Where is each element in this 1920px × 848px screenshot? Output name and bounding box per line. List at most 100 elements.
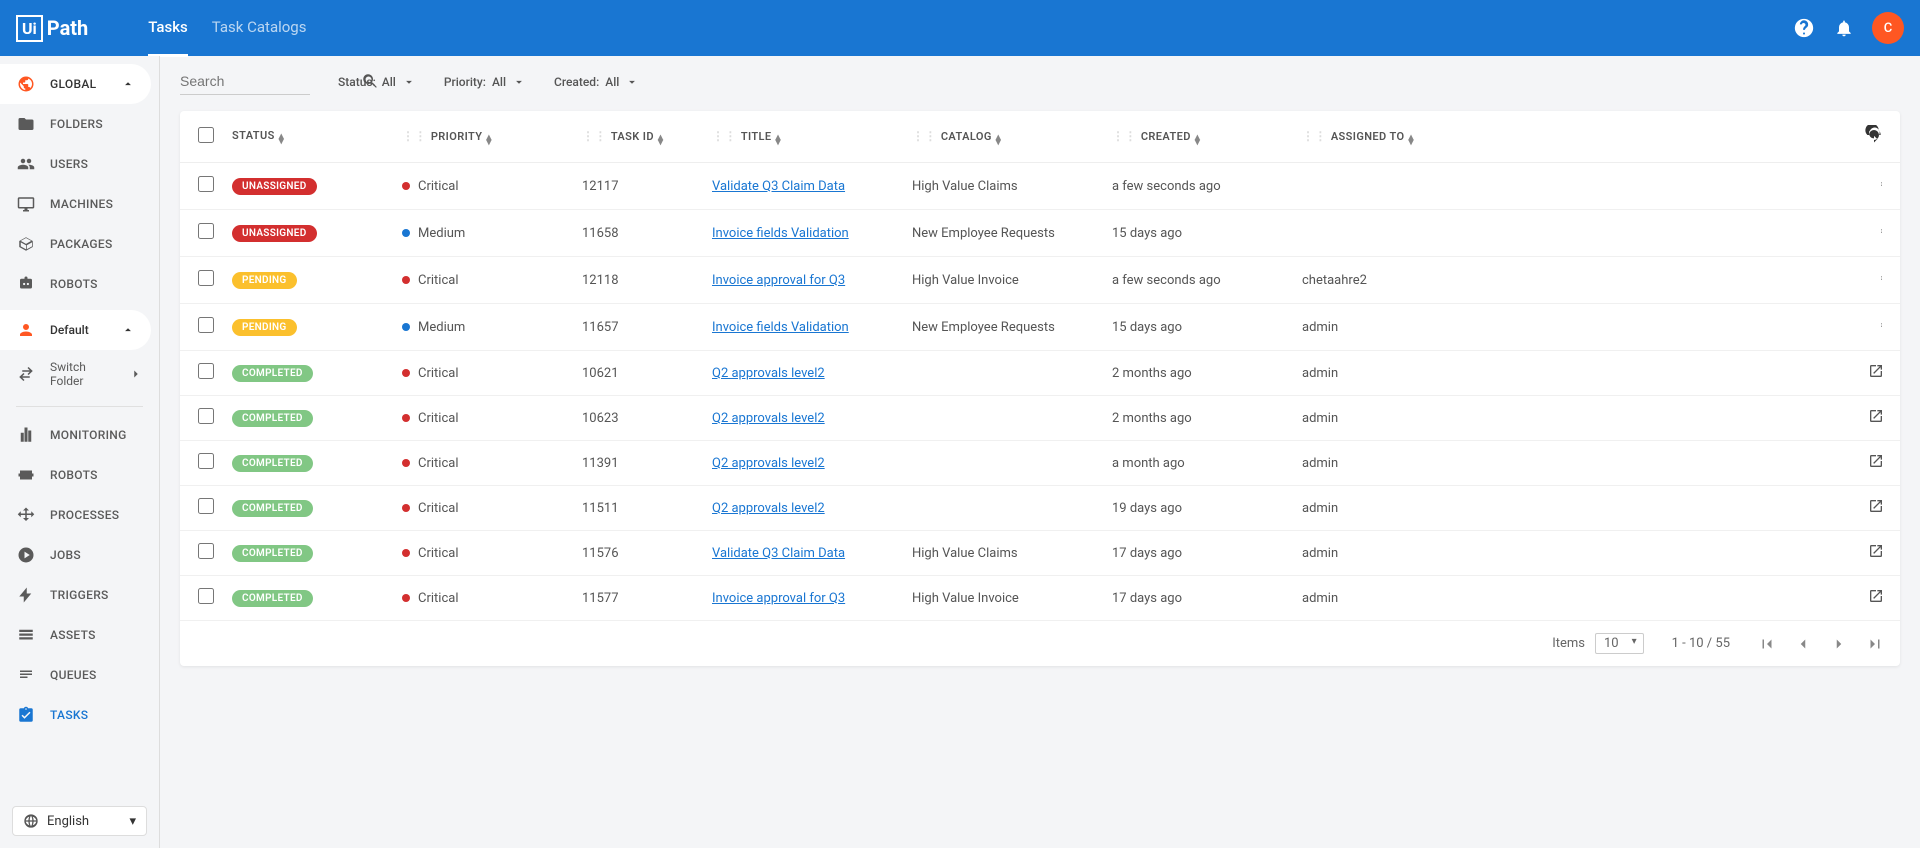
- sidebar-switch-folder[interactable]: Switch Folder: [0, 350, 159, 398]
- catalog-cell: [904, 396, 1104, 441]
- filter-created[interactable]: Created: All: [554, 75, 639, 89]
- drag-handle-icon[interactable]: ⋮⋮: [1112, 129, 1137, 143]
- pager-last-icon[interactable]: [1866, 635, 1884, 653]
- col-status[interactable]: STATUS▴▾: [232, 129, 284, 142]
- tab-task-catalogs[interactable]: Task Catalogs: [212, 0, 307, 57]
- sidebar-robots-top-label: ROBOTS: [50, 277, 98, 291]
- filter-status[interactable]: Status: All: [338, 75, 416, 89]
- created-cell: 17 days ago: [1104, 531, 1294, 576]
- sidebar-jobs[interactable]: JOBS: [0, 535, 159, 575]
- open-icon[interactable]: [1868, 543, 1884, 559]
- more-icon[interactable]: [1879, 316, 1884, 334]
- col-catalog[interactable]: CATALOG▴▾: [941, 130, 1001, 143]
- open-icon[interactable]: [1868, 408, 1884, 424]
- task-id-cell: 11657: [574, 304, 704, 351]
- drag-handle-icon[interactable]: ⋮⋮: [402, 129, 427, 143]
- task-title-link[interactable]: Q2 approvals level2: [712, 411, 825, 426]
- task-title-link[interactable]: Q2 approvals level2: [712, 366, 825, 381]
- sidebar-users[interactable]: USERS: [0, 144, 159, 184]
- task-title-link[interactable]: Validate Q3 Claim Data: [712, 179, 845, 194]
- task-title-link[interactable]: Invoice approval for Q3: [712, 591, 845, 606]
- sidebar-jobs-label: JOBS: [50, 548, 81, 562]
- search-input[interactable]: [180, 73, 361, 89]
- app-header: Ui Path Tasks Task Catalogs C: [0, 0, 1920, 56]
- sort-icon[interactable]: ▴▾: [1408, 135, 1413, 145]
- main-content: Status: All Priority: All Created: All: [160, 56, 1920, 848]
- sidebar-robots[interactable]: ROBOTS: [0, 455, 159, 495]
- row-checkbox[interactable]: [198, 270, 214, 286]
- sidebar-default[interactable]: Default: [0, 310, 151, 350]
- more-icon[interactable]: [1879, 222, 1884, 240]
- sort-icon[interactable]: ▴▾: [1195, 135, 1200, 145]
- row-checkbox[interactable]: [198, 498, 214, 514]
- sidebar-triggers[interactable]: TRIGGERS: [0, 575, 159, 615]
- avatar[interactable]: C: [1872, 12, 1904, 44]
- row-checkbox[interactable]: [198, 453, 214, 469]
- sidebar-tasks[interactable]: TASKS: [0, 695, 159, 735]
- row-checkbox[interactable]: [198, 363, 214, 379]
- created-cell: a few seconds ago: [1104, 163, 1294, 210]
- drag-handle-icon[interactable]: ⋮⋮: [1302, 129, 1327, 143]
- drag-handle-icon[interactable]: ⋮⋮: [912, 129, 937, 143]
- task-title-link[interactable]: Invoice approval for Q3: [712, 273, 845, 288]
- sidebar-folders[interactable]: FOLDERS: [0, 104, 159, 144]
- priority-dot-icon: [402, 276, 410, 284]
- task-title-link[interactable]: Invoice fields Validation: [712, 226, 849, 241]
- assigned-cell: admin: [1294, 531, 1852, 576]
- bell-icon[interactable]: [1832, 16, 1856, 40]
- help-icon[interactable]: [1792, 16, 1816, 40]
- sidebar-global[interactable]: GLOBAL: [0, 64, 151, 104]
- catalog-cell: New Employee Requests: [904, 210, 1104, 257]
- pager-prev-icon[interactable]: [1794, 635, 1812, 653]
- col-title[interactable]: TITLE▴▾: [741, 130, 781, 143]
- status-badge: COMPLETED: [232, 455, 313, 472]
- open-icon[interactable]: [1868, 588, 1884, 604]
- row-checkbox[interactable]: [198, 543, 214, 559]
- row-checkbox[interactable]: [198, 588, 214, 604]
- sort-icon[interactable]: ▴▾: [658, 135, 663, 145]
- sidebar-machines[interactable]: MACHINES: [0, 184, 159, 224]
- row-checkbox[interactable]: [198, 176, 214, 192]
- pager-perpage-select[interactable]: 10: [1595, 633, 1644, 654]
- tab-tasks[interactable]: Tasks: [148, 0, 188, 57]
- sidebar-processes[interactable]: PROCESSES: [0, 495, 159, 535]
- open-icon[interactable]: [1868, 453, 1884, 469]
- select-all-checkbox[interactable]: [198, 127, 214, 143]
- sort-icon[interactable]: ▴▾: [486, 135, 491, 145]
- open-icon[interactable]: [1868, 363, 1884, 379]
- more-icon[interactable]: [1879, 269, 1884, 287]
- search-box[interactable]: [180, 68, 310, 95]
- col-task-id[interactable]: TASK ID▴▾: [611, 130, 664, 143]
- col-priority[interactable]: PRIORITY▴▾: [431, 130, 492, 143]
- row-checkbox[interactable]: [198, 317, 214, 333]
- task-title-link[interactable]: Invoice fields Validation: [712, 320, 849, 335]
- drag-handle-icon[interactable]: ⋮⋮: [712, 129, 737, 143]
- drag-handle-icon[interactable]: ⋮⋮: [582, 129, 607, 143]
- sort-icon[interactable]: ▴▾: [996, 135, 1001, 145]
- language-select[interactable]: English ▾: [12, 806, 147, 836]
- col-assigned[interactable]: ASSIGNED TO▴▾: [1331, 130, 1414, 143]
- pager-first-icon[interactable]: [1758, 635, 1776, 653]
- monitor-icon: [16, 194, 36, 214]
- sidebar-robots-top[interactable]: ROBOTS: [0, 264, 159, 304]
- open-icon[interactable]: [1868, 498, 1884, 514]
- row-checkbox[interactable]: [198, 408, 214, 424]
- filter-priority[interactable]: Priority: All: [444, 75, 526, 89]
- row-checkbox[interactable]: [198, 223, 214, 239]
- task-title-link[interactable]: Q2 approvals level2: [712, 456, 825, 471]
- header-right: C: [1792, 12, 1904, 44]
- sort-icon[interactable]: ▴▾: [776, 135, 781, 145]
- sidebar-assets[interactable]: ASSETS: [0, 615, 159, 655]
- pager-next-icon[interactable]: [1830, 635, 1848, 653]
- sort-icon[interactable]: ▴▾: [279, 134, 284, 144]
- sidebar-monitoring[interactable]: MONITORING: [0, 415, 159, 455]
- created-cell: 2 months ago: [1104, 396, 1294, 441]
- sidebar-queues[interactable]: QUEUES: [0, 655, 159, 695]
- logo[interactable]: Ui Path: [16, 15, 88, 42]
- sidebar-packages[interactable]: PACKAGES: [0, 224, 159, 264]
- col-created[interactable]: CREATED▴▾: [1141, 130, 1200, 143]
- more-icon[interactable]: [1879, 175, 1884, 193]
- refresh-icon[interactable]: [1864, 125, 1884, 145]
- task-title-link[interactable]: Validate Q3 Claim Data: [712, 546, 845, 561]
- task-title-link[interactable]: Q2 approvals level2: [712, 501, 825, 516]
